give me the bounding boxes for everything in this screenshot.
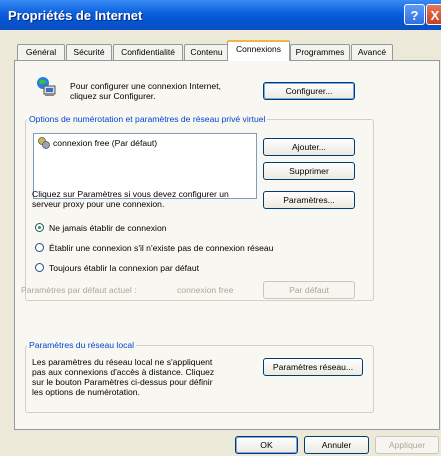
settings-button[interactable]: Paramètres... <box>263 191 355 209</box>
proxy-text-line2: serveur proxy pour une connexion. <box>32 199 165 209</box>
connection-name: connexion free (Par défaut) <box>53 138 158 148</box>
remove-connection-button[interactable]: Supprimer <box>263 162 355 180</box>
close-icon: X <box>430 8 440 23</box>
tab-connections[interactable]: Connexions <box>227 40 290 61</box>
lan-group-label: Paramètres du réseau local <box>27 340 137 350</box>
current-default-label: Paramètres par défaut actuel : <box>21 285 137 295</box>
lan-settings-button[interactable]: Paramètres réseau... <box>263 358 363 376</box>
lan-text-line4: les options de numérotation. <box>32 387 140 397</box>
radio-button[interactable] <box>35 243 44 252</box>
radio-connect-if-no-network[interactable]: Établir une connexion s'il n'existe pas … <box>35 242 335 254</box>
apply-button[interactable]: Appliquer <box>375 436 439 454</box>
setup-text-line2: cliquez sur Configurer. <box>70 91 156 101</box>
network-setup-icon <box>35 75 57 97</box>
cancel-button[interactable]: Annuler <box>304 436 369 454</box>
radio-label: Établir une connexion s'il n'existe pas … <box>49 243 274 253</box>
radio-label: Ne jamais établir de connexion <box>49 223 167 233</box>
tab-security[interactable]: Sécurité <box>66 44 112 60</box>
tab-programs[interactable]: Programmes <box>290 44 350 60</box>
close-button[interactable]: X <box>426 4 441 25</box>
radio-always-connect[interactable]: Toujours établir la connexion par défaut <box>35 262 295 274</box>
radio-button[interactable] <box>35 263 44 272</box>
title-bar[interactable]: Propriétés de Internet ? X <box>0 0 441 30</box>
lan-text-line2: pas aux connexions d'accès à distance. C… <box>32 367 215 377</box>
dialup-group-label: Options de numérotation et paramètres de… <box>27 114 268 124</box>
tab-advanced[interactable]: Avancé <box>351 44 393 60</box>
tab-content[interactable]: Contenu <box>184 44 229 60</box>
tab-privacy[interactable]: Confidentialité <box>113 44 183 60</box>
current-default-value: connexion free <box>177 285 234 295</box>
ok-button[interactable]: OK <box>235 436 298 454</box>
proxy-text-line1: Cliquez sur Paramètres si vous devez con… <box>32 189 229 199</box>
window-title: Propriétés de Internet <box>8 8 143 23</box>
radio-button[interactable] <box>35 223 44 232</box>
internet-properties-dialog: Propriétés de Internet ? X Général Sécur… <box>0 0 441 456</box>
radio-label: Toujours établir la connexion par défaut <box>49 263 200 273</box>
connections-panel: Pour configurer une connexion Internet, … <box>14 60 440 430</box>
add-connection-button[interactable]: Ajouter... <box>263 138 355 156</box>
set-default-button[interactable]: Par défaut <box>263 281 355 299</box>
lan-text-line3: sur le bouton Paramètres ci-dessus pour … <box>32 377 213 387</box>
configure-button[interactable]: Configurer... <box>263 82 355 100</box>
lan-text-line1: Les paramètres du réseau local ne s'appl… <box>32 357 213 367</box>
dialup-connection-icon <box>38 137 50 149</box>
setup-text-line1: Pour configurer une connexion Internet, <box>70 81 221 91</box>
help-icon: ? <box>410 8 419 23</box>
radio-never-connect[interactable]: Ne jamais établir de connexion <box>35 222 235 234</box>
help-button[interactable]: ? <box>404 4 425 25</box>
tab-general[interactable]: Général <box>17 44 65 60</box>
